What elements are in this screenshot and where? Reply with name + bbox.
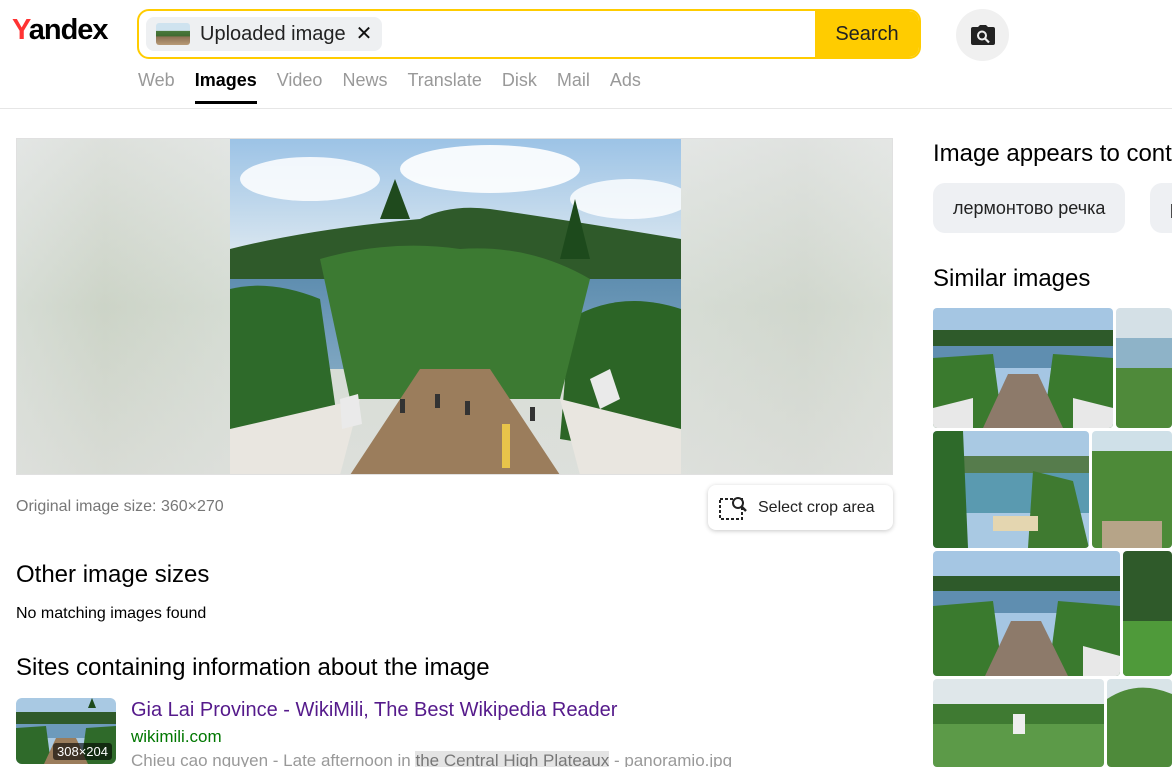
similar-image[interactable]: [1092, 431, 1172, 548]
site-result-title[interactable]: Gia Lai Province - WikiMili, The Best Wi…: [131, 699, 617, 722]
similar-image[interactable]: [1107, 679, 1172, 767]
similar-image-illustration: [1116, 308, 1172, 428]
tab-mail[interactable]: Mail: [557, 70, 590, 104]
uploaded-image-label: Uploaded image: [200, 22, 346, 45]
header: Yandex Uploaded image ✕ Search Web Image…: [0, 0, 1172, 109]
similar-image[interactable]: [933, 679, 1104, 767]
tag-chip[interactable]: лермонтово речка: [933, 183, 1126, 233]
similar-image-illustration: [1092, 431, 1172, 548]
tab-video[interactable]: Video: [277, 70, 323, 104]
uploaded-image-thumbnail: [156, 23, 190, 45]
similar-image-illustration: [1107, 679, 1172, 767]
sites-heading: Sites containing information about the i…: [16, 654, 490, 681]
similar-image-illustration: [933, 551, 1120, 676]
tab-web[interactable]: Web: [138, 70, 175, 104]
similar-image-illustration: [1123, 551, 1172, 676]
snippet-highlight: the Central High Plateaux: [415, 751, 610, 767]
site-result-snippet: Chieu cao nguyen - Late afternoon in the…: [131, 751, 732, 767]
similar-image-illustration: [933, 431, 1089, 548]
landscape-photo-illustration: [230, 139, 681, 474]
tag-chip[interactable]: р: [1150, 183, 1172, 233]
site-result-thumbnail[interactable]: 308×204: [16, 698, 116, 764]
tab-images[interactable]: Images: [194, 70, 257, 104]
similar-image[interactable]: [1123, 551, 1172, 676]
camera-search-button[interactable]: [956, 9, 1009, 61]
search-button[interactable]: Search: [815, 11, 919, 57]
snippet-text-after: - panoramio.jpg: [609, 751, 733, 767]
camera-icon: [970, 25, 995, 45]
similar-image[interactable]: [1116, 308, 1172, 428]
close-icon[interactable]: ✕: [356, 24, 373, 44]
image-preview: [16, 138, 893, 475]
search-nav: Web Images Video News Translate Disk Mai…: [138, 70, 661, 104]
similar-images-heading: Similar images: [933, 265, 1091, 292]
yandex-logo[interactable]: Yandex: [12, 14, 109, 47]
similar-image-illustration: [933, 679, 1104, 767]
original-image-size: Original image size: 360×270: [16, 498, 224, 515]
tab-news[interactable]: News: [342, 70, 387, 104]
site-result-url[interactable]: wikimili.com: [131, 727, 222, 747]
logo-letter-y: Y: [12, 14, 30, 46]
crop-select-icon: [719, 496, 747, 520]
logo-text: andex: [28, 14, 109, 46]
no-matching-images-text: No matching images found: [16, 605, 207, 622]
snippet-text: Chieu cao nguyen - Late afternoon in: [131, 751, 416, 767]
similar-image[interactable]: [933, 431, 1089, 548]
site-result: 308×204 Gia Lai Province - WikiMili, The…: [16, 698, 886, 767]
search-box[interactable]: Uploaded image ✕ Search: [137, 9, 921, 59]
tab-disk[interactable]: Disk: [502, 70, 537, 104]
similar-image[interactable]: [933, 551, 1120, 676]
tab-translate[interactable]: Translate: [407, 70, 481, 104]
similar-image[interactable]: [933, 308, 1113, 428]
image-appears-heading: Image appears to contain: [933, 140, 1172, 167]
tab-ads[interactable]: Ads: [610, 70, 641, 104]
similar-image-illustration: [933, 308, 1113, 428]
thumbnail-size-badge: 308×204: [53, 743, 112, 760]
uploaded-image-chip[interactable]: Uploaded image ✕: [146, 17, 383, 51]
select-crop-area-label: Select crop area: [758, 498, 875, 516]
other-sizes-heading: Other image sizes: [16, 561, 210, 588]
select-crop-area-button[interactable]: Select crop area: [708, 485, 893, 530]
uploaded-photo[interactable]: [230, 139, 681, 474]
